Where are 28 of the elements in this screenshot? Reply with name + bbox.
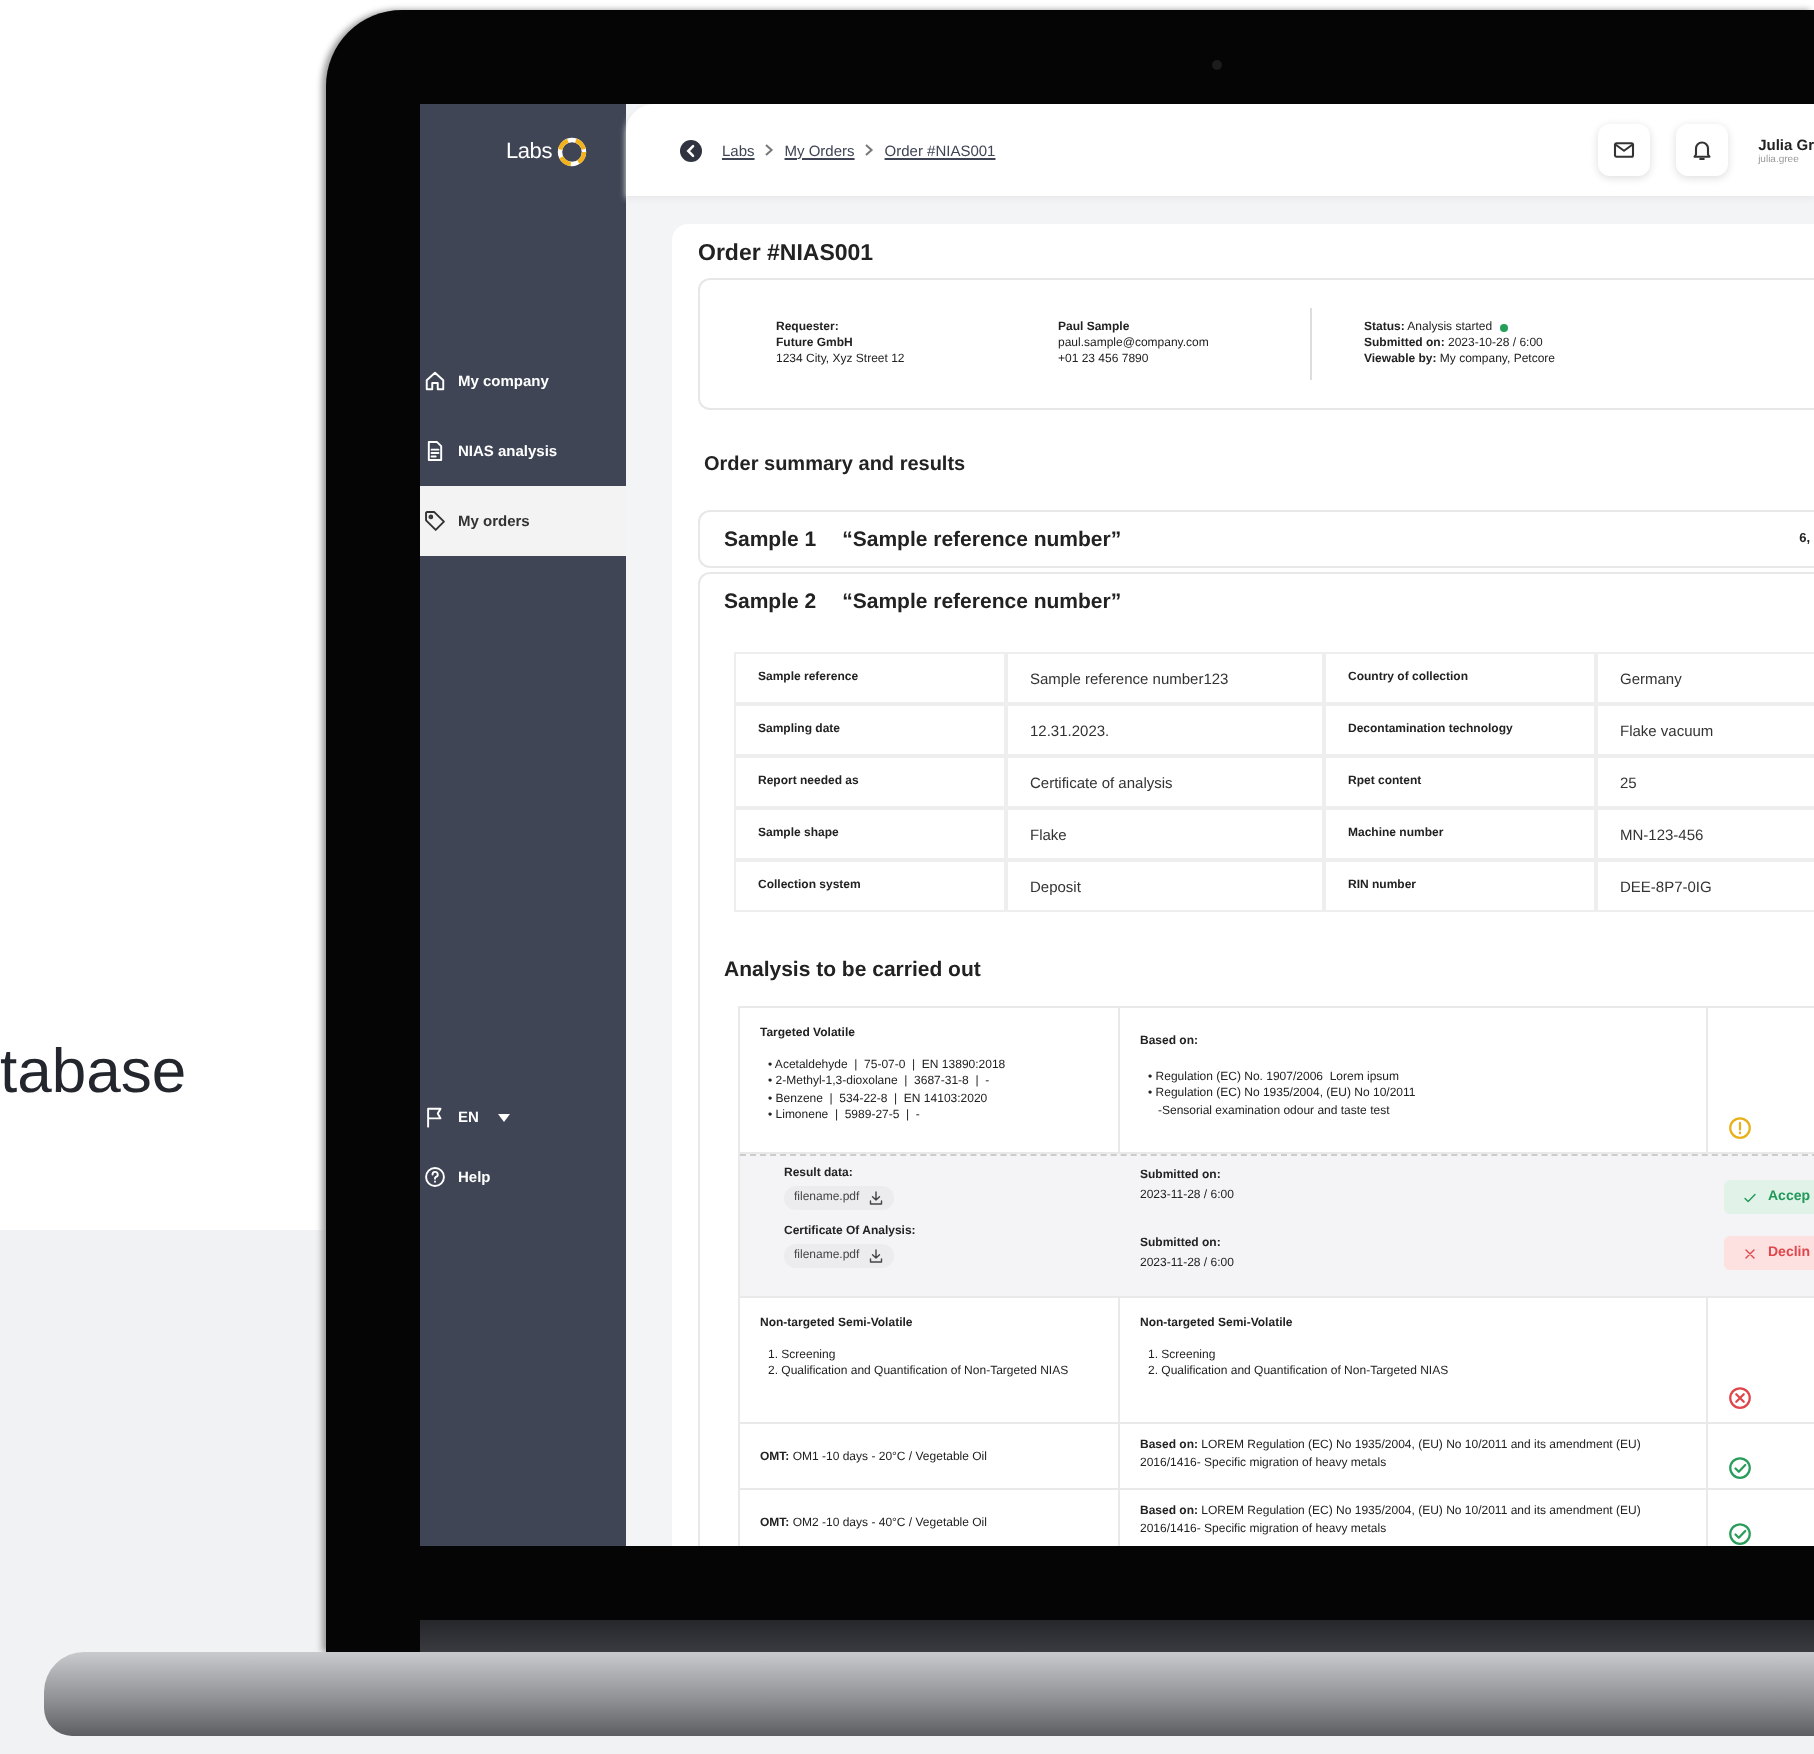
sample-number: Sample 2: [724, 590, 817, 614]
mail-button[interactable]: [1598, 124, 1651, 176]
sample-number: Sample 1: [724, 527, 817, 551]
home-icon: [424, 370, 446, 392]
tag-icon: [424, 510, 446, 532]
order-title: Order #NIAS001: [698, 242, 876, 266]
bell-icon: [1690, 138, 1715, 162]
labs-logo: Labs: [420, 132, 626, 172]
download-icon: [867, 1190, 884, 1206]
close-icon: [1742, 1245, 1758, 1261]
chevron-icon: [764, 144, 775, 156]
sample-reference: “Sample reference number”: [842, 527, 1122, 551]
flag-icon: [424, 1106, 446, 1128]
chevron-icon: [864, 144, 875, 156]
document-icon: [424, 440, 446, 462]
notifications-button[interactable]: [1676, 124, 1729, 176]
back-icon[interactable]: [680, 139, 702, 161]
mail-icon: [1612, 138, 1637, 162]
caret-icon: [498, 1113, 511, 1121]
status-dot: [1500, 324, 1509, 332]
section-title: Order summary and results: [704, 454, 968, 476]
camera-dot: [1212, 60, 1222, 70]
heading-fragment: tabase: [0, 1036, 187, 1108]
help-icon: [424, 1166, 446, 1188]
download-icon: [867, 1248, 884, 1264]
sample-reference: “Sample reference number”: [842, 590, 1122, 614]
check-icon: [1742, 1189, 1758, 1205]
section-title: Analysis to be carried out: [724, 958, 983, 982]
